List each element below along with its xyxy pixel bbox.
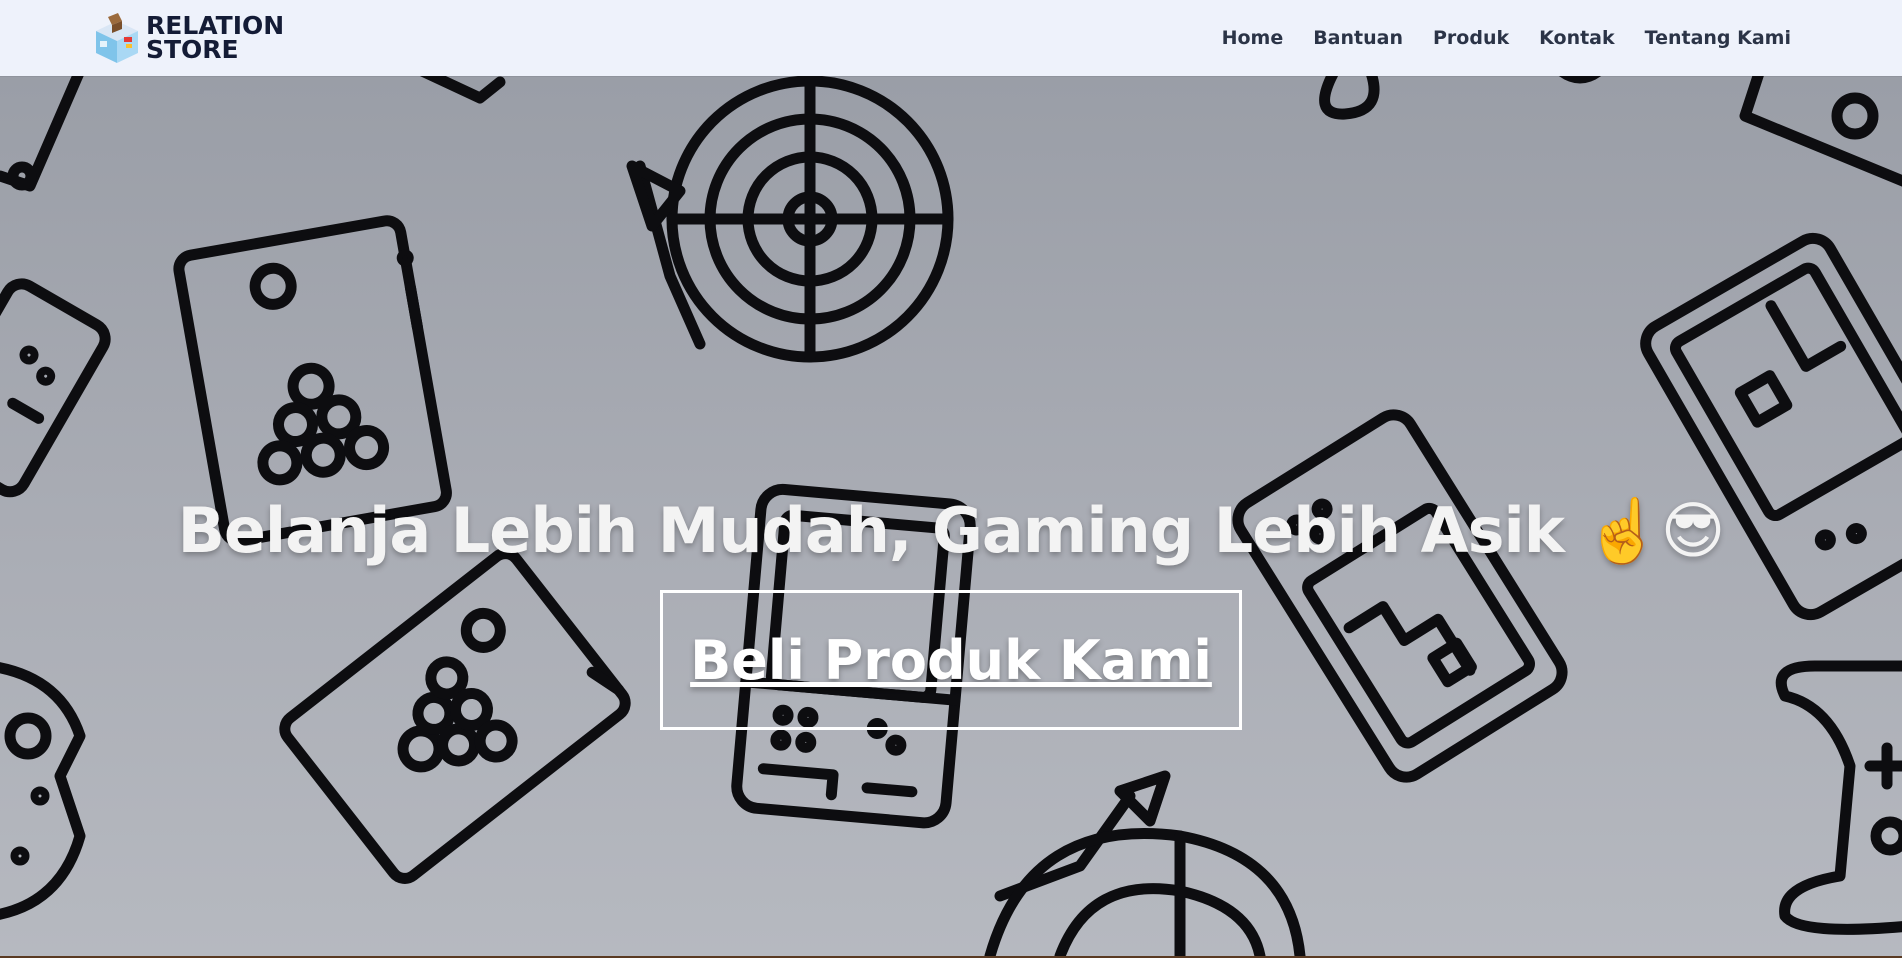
dartboard-icon bbox=[626, 76, 954, 363]
logo-line-2: STORE bbox=[146, 35, 239, 64]
gamepad-icon bbox=[0, 662, 86, 920]
gamepad-icon bbox=[1319, 76, 1602, 120]
site-logo[interactable]: RELATION STORE bbox=[94, 9, 284, 67]
site-header: RELATION STORE Home Bantuan Produk Konta… bbox=[0, 0, 1902, 76]
nav-produk[interactable]: Produk bbox=[1433, 27, 1509, 49]
gamepad-icon bbox=[419, 76, 506, 104]
hero-section: Belanja Lebih Mudah, Gaming Lebih Asik ☝… bbox=[0, 76, 1902, 956]
hero-headline: Belanja Lebih Mudah, Gaming Lebih Asik ☝… bbox=[177, 493, 1726, 567]
billiard-table-icon bbox=[279, 548, 631, 884]
billiard-table-icon bbox=[1739, 76, 1902, 187]
store-box-icon bbox=[96, 13, 138, 63]
handheld-console-icon bbox=[0, 278, 111, 498]
nav-tentang-kami[interactable]: Tentang Kami bbox=[1645, 27, 1791, 49]
gamepad-icon bbox=[1775, 660, 1902, 935]
main-nav: Home Bantuan Produk Kontak Tentang Kami bbox=[1222, 0, 1791, 76]
buy-products-button[interactable]: Beli Produk Kami bbox=[660, 590, 1242, 730]
handheld-console-icon bbox=[1232, 409, 1568, 783]
nav-home[interactable]: Home bbox=[1222, 27, 1284, 49]
nav-bantuan[interactable]: Bantuan bbox=[1313, 27, 1403, 49]
dartboard-icon bbox=[984, 770, 1306, 956]
nav-kontak[interactable]: Kontak bbox=[1539, 27, 1615, 49]
handheld-console-icon bbox=[0, 76, 84, 192]
